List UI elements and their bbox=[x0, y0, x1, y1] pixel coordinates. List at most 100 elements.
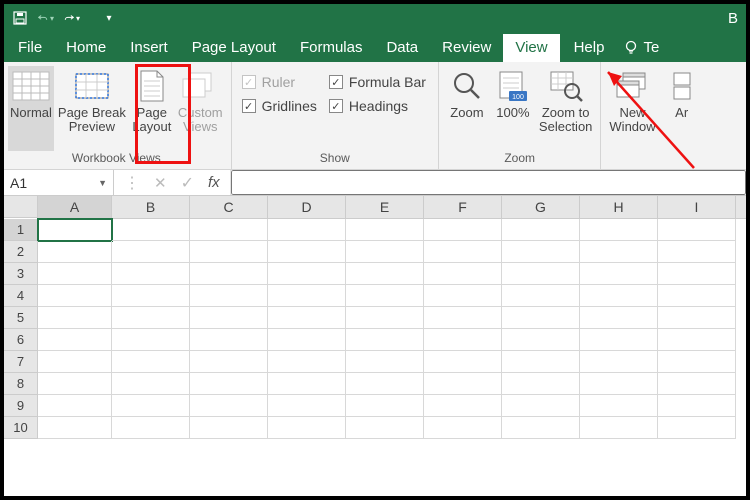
cell[interactable] bbox=[424, 263, 502, 285]
zoom-to-selection-button[interactable]: Zoom to Selection bbox=[537, 66, 594, 151]
formula-input[interactable] bbox=[231, 170, 746, 195]
cell[interactable] bbox=[190, 329, 268, 351]
cell[interactable] bbox=[38, 219, 112, 241]
tab-review[interactable]: Review bbox=[430, 34, 503, 62]
cell[interactable] bbox=[580, 241, 658, 263]
row-header[interactable]: 1 bbox=[4, 219, 38, 241]
row-header[interactable]: 5 bbox=[4, 307, 38, 329]
cell[interactable] bbox=[580, 373, 658, 395]
column-header[interactable]: H bbox=[580, 196, 658, 218]
page-layout-view-button[interactable]: Page Layout bbox=[130, 66, 174, 151]
cell[interactable] bbox=[658, 241, 736, 263]
cell[interactable] bbox=[268, 241, 346, 263]
cell[interactable] bbox=[268, 285, 346, 307]
undo-icon[interactable]: ▾ bbox=[38, 10, 54, 26]
cell[interactable] bbox=[346, 285, 424, 307]
zoom-100-button[interactable]: 100 100% bbox=[491, 66, 535, 151]
gridlines-checkbox[interactable]: ✓Gridlines bbox=[242, 98, 317, 114]
cell[interactable] bbox=[38, 241, 112, 263]
cell[interactable] bbox=[502, 417, 580, 439]
cell[interactable] bbox=[190, 417, 268, 439]
cell[interactable] bbox=[268, 329, 346, 351]
cell[interactable] bbox=[502, 395, 580, 417]
cell[interactable] bbox=[424, 285, 502, 307]
cell[interactable] bbox=[580, 219, 658, 241]
cell[interactable] bbox=[112, 395, 190, 417]
cell[interactable] bbox=[658, 395, 736, 417]
cell[interactable] bbox=[580, 263, 658, 285]
qat-customize-icon[interactable]: ▾ bbox=[101, 10, 117, 26]
cell[interactable] bbox=[580, 417, 658, 439]
cell[interactable] bbox=[580, 395, 658, 417]
cell[interactable] bbox=[346, 351, 424, 373]
cell[interactable] bbox=[346, 329, 424, 351]
cell[interactable] bbox=[112, 351, 190, 373]
row-header[interactable]: 3 bbox=[4, 263, 38, 285]
cell[interactable] bbox=[38, 417, 112, 439]
cell[interactable] bbox=[502, 373, 580, 395]
cell[interactable] bbox=[502, 285, 580, 307]
cell[interactable] bbox=[112, 219, 190, 241]
row-header[interactable]: 2 bbox=[4, 241, 38, 263]
cell[interactable] bbox=[658, 351, 736, 373]
column-header[interactable]: I bbox=[658, 196, 736, 218]
row-header[interactable]: 6 bbox=[4, 329, 38, 351]
cell[interactable] bbox=[502, 263, 580, 285]
custom-views-button[interactable]: Custom Views bbox=[176, 66, 225, 151]
column-header[interactable]: B bbox=[112, 196, 190, 218]
tab-help[interactable]: Help bbox=[560, 34, 619, 62]
cell[interactable] bbox=[424, 417, 502, 439]
cell[interactable] bbox=[502, 329, 580, 351]
cell[interactable] bbox=[190, 307, 268, 329]
tab-page-layout[interactable]: Page Layout bbox=[180, 34, 288, 62]
cell[interactable] bbox=[112, 329, 190, 351]
cell[interactable] bbox=[658, 219, 736, 241]
cell[interactable] bbox=[502, 219, 580, 241]
cell[interactable] bbox=[38, 373, 112, 395]
cell[interactable] bbox=[190, 241, 268, 263]
column-header[interactable]: F bbox=[424, 196, 502, 218]
column-header[interactable]: E bbox=[346, 196, 424, 218]
cell[interactable] bbox=[580, 285, 658, 307]
cell[interactable] bbox=[424, 351, 502, 373]
cell[interactable] bbox=[424, 373, 502, 395]
tab-view[interactable]: View bbox=[503, 34, 559, 62]
column-header[interactable]: D bbox=[268, 196, 346, 218]
row-header[interactable]: 8 bbox=[4, 373, 38, 395]
cell[interactable] bbox=[190, 351, 268, 373]
cell[interactable] bbox=[580, 307, 658, 329]
tab-file[interactable]: File bbox=[6, 34, 54, 62]
select-all-corner[interactable] bbox=[4, 196, 38, 218]
cell[interactable] bbox=[112, 307, 190, 329]
tab-insert[interactable]: Insert bbox=[118, 34, 180, 62]
zoom-button[interactable]: Zoom bbox=[445, 66, 489, 151]
fx-icon[interactable]: fx bbox=[208, 174, 220, 191]
cell[interactable] bbox=[268, 263, 346, 285]
cell[interactable] bbox=[268, 307, 346, 329]
chevron-down-icon[interactable]: ▼ bbox=[98, 178, 107, 188]
cell[interactable] bbox=[658, 285, 736, 307]
cell[interactable] bbox=[346, 263, 424, 285]
name-box[interactable]: A1 ▼ bbox=[4, 170, 114, 195]
cell[interactable] bbox=[268, 351, 346, 373]
page-break-preview-button[interactable]: Page Break Preview bbox=[56, 66, 128, 151]
cell[interactable] bbox=[190, 219, 268, 241]
cell[interactable] bbox=[38, 263, 112, 285]
tell-me[interactable]: Te bbox=[618, 34, 665, 62]
column-header[interactable]: G bbox=[502, 196, 580, 218]
cell[interactable] bbox=[502, 241, 580, 263]
cell[interactable] bbox=[346, 395, 424, 417]
cell[interactable] bbox=[38, 329, 112, 351]
save-icon[interactable] bbox=[12, 10, 28, 26]
cell[interactable] bbox=[38, 351, 112, 373]
formula-bar-checkbox[interactable]: ✓Formula Bar bbox=[329, 74, 426, 90]
cell[interactable] bbox=[38, 285, 112, 307]
cell[interactable] bbox=[346, 373, 424, 395]
cell[interactable] bbox=[502, 307, 580, 329]
cell[interactable] bbox=[658, 263, 736, 285]
headings-checkbox[interactable]: ✓Headings bbox=[329, 98, 426, 114]
row-header[interactable]: 4 bbox=[4, 285, 38, 307]
normal-view-button[interactable]: Normal bbox=[8, 66, 54, 151]
cell[interactable] bbox=[580, 329, 658, 351]
cell[interactable] bbox=[268, 417, 346, 439]
